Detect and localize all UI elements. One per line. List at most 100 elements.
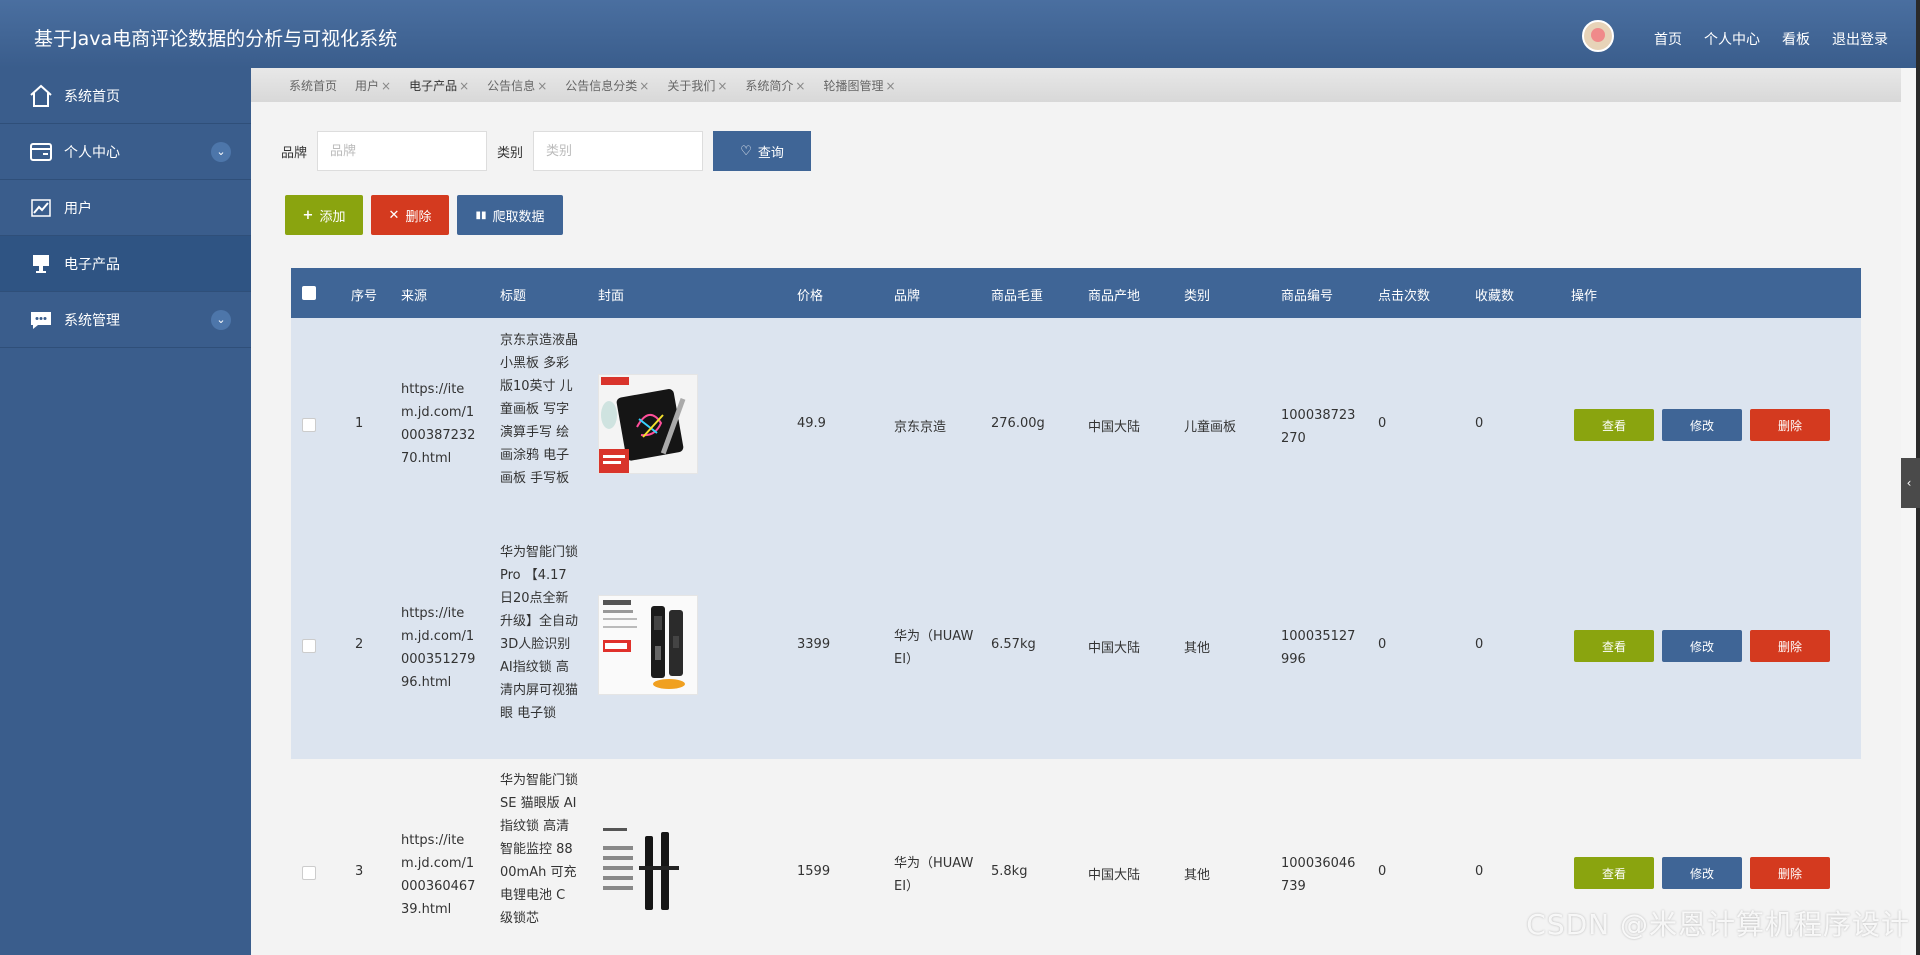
row-clicks: 0 <box>1378 864 1387 879</box>
brand-label: 品牌 <box>281 145 308 161</box>
sidebar-item-label: 系统首页 <box>64 88 120 105</box>
category-input[interactable] <box>533 131 704 171</box>
sidebar-item-label: 用户 <box>64 200 92 217</box>
col-weight: 商品毛重 <box>991 289 1044 304</box>
tab-users[interactable]: 用户 × <box>355 77 391 94</box>
tab-label: 关于我们 <box>667 78 716 93</box>
chart-icon <box>28 195 54 221</box>
row-sku: 100035127996 <box>1281 629 1356 667</box>
nav-logout-link[interactable]: 退出登录 <box>1832 29 1888 49</box>
chat-icon <box>28 307 54 333</box>
col-price: 价格 <box>797 289 824 304</box>
sidebar-item-users[interactable]: 用户 <box>0 180 251 236</box>
edit-button[interactable]: 修改 <box>1662 409 1742 441</box>
tab-label: 系统简介 <box>745 78 794 93</box>
close-icon[interactable]: × <box>381 79 391 93</box>
close-icon[interactable]: × <box>886 79 896 93</box>
close-icon[interactable]: × <box>639 79 649 93</box>
row-sku: 100038723270 <box>1281 408 1356 446</box>
chevron-down-icon[interactable]: ⌄ <box>211 309 231 330</box>
select-all-checkbox[interactable] <box>302 286 316 300</box>
row-category: 儿童画板 <box>1184 420 1237 435</box>
sidebar-item-label: 个人中心 <box>64 144 120 161</box>
row-delete-button[interactable]: 删除 <box>1750 630 1830 662</box>
col-sku: 商品编号 <box>1281 289 1334 304</box>
crawl-button-label: 爬取数据 <box>492 209 545 225</box>
crawl-data-button[interactable]: ▮▮ 爬取数据 <box>457 195 563 235</box>
sidebar-item-system[interactable]: 系统管理 ⌄ <box>0 292 251 348</box>
row-title: 华为智能门锁SE 猫眼版 AI指纹锁 高清智能监控 8800mAh 可充电锂电池… <box>500 773 579 926</box>
delete-button-label: 删除 <box>405 209 432 225</box>
row-sku: 100036046739 <box>1281 856 1356 894</box>
product-cover-image <box>598 595 698 695</box>
row-origin: 中国大陆 <box>1088 641 1141 656</box>
row-title: 京东京造液晶小黑板 多彩版10英寸 儿童画板 写字演算手写 绘画涂鸦 电子画板 … <box>500 333 579 486</box>
row-favorites: 0 <box>1475 416 1484 431</box>
row-delete-button[interactable]: 删除 <box>1750 409 1830 441</box>
edit-button[interactable]: 修改 <box>1662 630 1742 662</box>
row-source-link[interactable]: https://item.jd.com/100036046739.html <box>401 829 479 921</box>
close-icon[interactable]: × <box>537 79 547 93</box>
view-button[interactable]: 查看 <box>1574 857 1654 889</box>
row-origin: 中国大陆 <box>1088 868 1141 883</box>
row-source-link[interactable]: https://item.jd.com/100038723270.html <box>401 378 479 470</box>
tab-system-intro[interactable]: 系统简介 × <box>745 77 805 94</box>
chevron-down-icon[interactable]: ⌄ <box>211 141 231 162</box>
delete-button[interactable]: ✕ 删除 <box>371 195 449 235</box>
edit-button[interactable]: 修改 <box>1662 857 1742 889</box>
query-button[interactable]: ♡ 查询 <box>713 131 812 171</box>
view-button[interactable]: 查看 <box>1574 630 1654 662</box>
row-index: 3 <box>355 864 364 879</box>
row-checkbox[interactable] <box>302 639 316 653</box>
sidebar-item-profile[interactable]: 个人中心 ⌄ <box>0 124 251 180</box>
nav-profile-link[interactable]: 个人中心 <box>1704 29 1760 49</box>
tab-about[interactable]: 关于我们 × <box>667 77 727 94</box>
action-toolbar: + 添加 ✕ 删除 ▮▮ 爬取数据 <box>285 195 571 235</box>
table-header: 序号 来源 标题 封面 价格 品牌 商品毛重 商品产地 类别 商品编号 点击次数… <box>291 268 1861 318</box>
row-favorites: 0 <box>1475 864 1484 879</box>
query-button-label: 查询 <box>757 144 784 160</box>
tab-notices[interactable]: 公告信息 × <box>487 77 547 94</box>
sidebar-item-home[interactable]: 系统首页 <box>0 68 251 124</box>
add-button[interactable]: + 添加 <box>285 195 363 235</box>
row-brand: 京东京造 <box>894 420 947 435</box>
sidebar-item-products[interactable]: 电子产品 <box>0 236 251 292</box>
table-row: 1 https://item.jd.com/100038723270.html … <box>291 318 1861 531</box>
row-checkbox[interactable] <box>302 866 316 880</box>
products-table: 序号 来源 标题 封面 价格 品牌 商品毛重 商品产地 类别 商品编号 点击次数… <box>291 268 1861 955</box>
close-icon[interactable]: × <box>795 79 805 93</box>
heart-icon: ♡ <box>740 143 752 158</box>
tab-bar: 系统首页 用户 × 电子产品 × 公告信息 × 公告信息分类 × 关于我们 × 系统简介 ×… <box>251 68 1901 102</box>
tab-label: 系统首页 <box>289 78 338 93</box>
brand-input[interactable] <box>317 131 488 171</box>
row-brand: 华为（HUAWEI） <box>894 629 974 667</box>
tab-label: 电子产品 <box>409 78 458 93</box>
monitor-icon <box>28 251 54 277</box>
row-delete-button[interactable]: 删除 <box>1750 857 1830 889</box>
close-icon[interactable]: × <box>459 79 469 93</box>
view-button[interactable]: 查看 <box>1574 409 1654 441</box>
row-price: 49.9 <box>797 416 826 431</box>
col-brand: 品牌 <box>894 289 921 304</box>
nav-home-link[interactable]: 首页 <box>1654 29 1682 49</box>
tab-home[interactable]: 系统首页 <box>289 77 337 94</box>
row-category: 其他 <box>1184 641 1211 656</box>
product-cover-image <box>598 821 698 921</box>
tab-products[interactable]: 电子产品 × <box>409 77 469 94</box>
product-cover-image <box>598 374 698 474</box>
tab-carousel[interactable]: 轮播图管理 × <box>823 77 895 94</box>
avatar[interactable] <box>1582 20 1614 52</box>
close-icon[interactable]: × <box>717 79 727 93</box>
header-nav: 首页 个人中心 看板 退出登录 <box>1582 20 1888 52</box>
row-checkbox[interactable] <box>302 418 316 432</box>
add-button-label: 添加 <box>319 209 346 225</box>
close-icon: ✕ <box>388 207 400 223</box>
nav-dashboard-link[interactable]: 看板 <box>1782 29 1810 49</box>
search-form: 品牌 类别 ♡ 查询 <box>281 131 812 171</box>
collapse-panel-handle[interactable]: ‹ <box>1898 458 1920 508</box>
row-source-link[interactable]: https://item.jd.com/100035127996.html <box>401 602 479 694</box>
tab-notice-categories[interactable]: 公告信息分类 × <box>565 77 649 94</box>
top-header: 基于Java电商评论数据的分析与可视化系统 首页 个人中心 看板 退出登录 <box>0 0 1920 68</box>
row-index: 1 <box>355 416 364 431</box>
row-price: 3399 <box>797 637 831 652</box>
